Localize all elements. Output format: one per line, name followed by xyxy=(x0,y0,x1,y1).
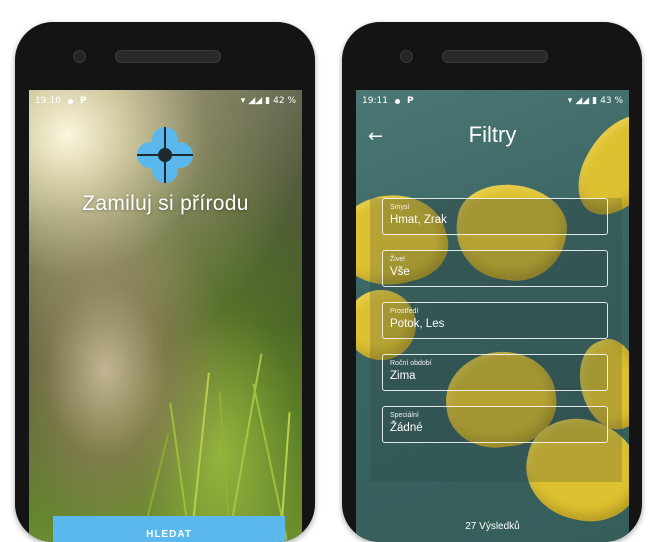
front-camera xyxy=(73,50,86,63)
filter-field-specialni[interactable]: Speciální Žádné xyxy=(382,406,608,443)
signal-icon: ◢◢ xyxy=(248,96,263,106)
search-button[interactable]: HLEDAT xyxy=(53,516,285,542)
filter-value: Hmat, Zrak xyxy=(390,214,447,226)
app-notification-icon: P xyxy=(406,96,414,106)
flower-icon xyxy=(134,124,196,191)
filter-label: Speciální xyxy=(390,412,419,419)
phone-right: 19:11 P ▾ ◢◢ ▮ 43 % ← Filtry Smysl Hmat,… xyxy=(342,22,642,542)
filter-value: Potok, Les xyxy=(390,318,445,330)
filter-field-smysl[interactable]: Smysl Hmat, Zrak xyxy=(382,198,608,235)
status-bar: 19:11 P ▾ ◢◢ ▮ 43 % xyxy=(356,90,629,112)
app-notification-icon: P xyxy=(79,96,87,106)
front-camera xyxy=(400,50,413,63)
filter-label: Prostředí xyxy=(390,308,419,315)
app-bar: ← Filtry xyxy=(356,112,629,168)
status-time: 19:10 xyxy=(35,96,61,106)
signal-icon: ◢◢ xyxy=(575,96,590,106)
filter-field-rocni-obdobi[interactable]: Roční období Zima xyxy=(382,354,608,391)
app-tagline: Zamiluj si přírodu xyxy=(82,192,249,215)
phone-left: 19:10 P ▾ ◢◢ ▮ 42 % Zamiluj si přírodu H… xyxy=(15,22,315,542)
screen-filters: 19:11 P ▾ ◢◢ ▮ 43 % ← Filtry Smysl Hmat,… xyxy=(356,90,629,542)
wifi-icon: ▾ xyxy=(240,96,246,106)
filter-value: Žádné xyxy=(390,422,423,434)
battery-level: 43 % xyxy=(600,96,623,106)
filter-value: Zima xyxy=(390,370,416,382)
battery-icon: ▮ xyxy=(592,96,598,106)
speaker-grille xyxy=(442,50,548,63)
battery-level: 42 % xyxy=(273,96,296,106)
filter-label: Roční období xyxy=(390,360,432,367)
battery-icon: ▮ xyxy=(265,96,271,106)
status-time: 19:11 xyxy=(362,96,388,106)
speaker-grille xyxy=(115,50,221,63)
filter-label: Živel xyxy=(390,256,405,263)
filter-label: Smysl xyxy=(390,204,410,211)
filter-field-prostredi[interactable]: Prostředí Potok, Les xyxy=(382,302,608,339)
status-bar: 19:10 P ▾ ◢◢ ▮ 42 % xyxy=(29,90,302,112)
notification-dot-icon xyxy=(67,98,73,104)
notification-dot-icon xyxy=(394,98,400,104)
wifi-icon: ▾ xyxy=(567,96,573,106)
filter-field-zivel[interactable]: Živel Vše xyxy=(382,250,608,287)
filter-value: Vše xyxy=(390,266,410,278)
page-title: Filtry xyxy=(468,122,517,147)
filter-panel: Smysl Hmat, Zrak Živel Vše Prostředí Pot… xyxy=(370,198,622,482)
screen-home: 19:10 P ▾ ◢◢ ▮ 42 % Zamiluj si přírodu H… xyxy=(29,90,302,542)
